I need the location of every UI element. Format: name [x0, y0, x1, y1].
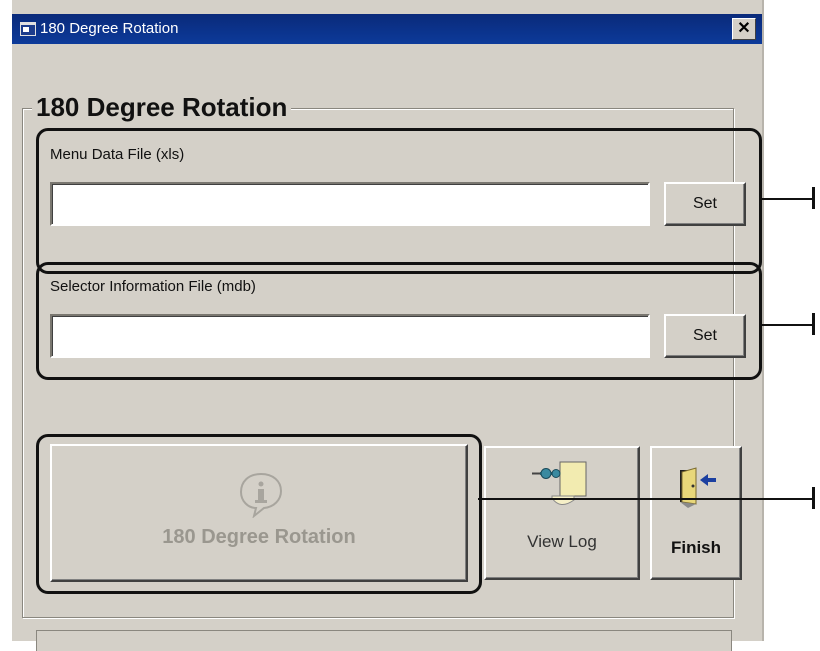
- callout-leader-2: [762, 324, 812, 326]
- view-log-button[interactable]: View Log: [484, 446, 640, 580]
- callout-leader-3: [478, 498, 812, 500]
- callout-marker-1: [812, 187, 815, 209]
- callout-marker-3: [812, 487, 815, 509]
- title-bar: 180 Degree Rotation ✕: [12, 14, 762, 44]
- pushpin-note-icon: [532, 461, 587, 505]
- finish-button[interactable]: Finish: [650, 446, 742, 580]
- callout-marker-2: [812, 313, 815, 335]
- callout-menu-data-file: [36, 128, 762, 274]
- exit-door-icon: [680, 467, 716, 508]
- group-title: 180 Degree Rotation: [32, 92, 292, 123]
- window-app-icon: [20, 22, 36, 36]
- callout-leader-1: [762, 198, 812, 200]
- callout-selector-info-file: [36, 262, 762, 380]
- view-log-label: View Log: [527, 532, 597, 551]
- finish-label: Finish: [670, 538, 722, 557]
- close-button[interactable]: ✕: [732, 18, 756, 40]
- close-icon: ✕: [737, 20, 751, 37]
- callout-rotate-button: [36, 434, 482, 594]
- window-title: 180 Degree Rotation: [40, 20, 179, 37]
